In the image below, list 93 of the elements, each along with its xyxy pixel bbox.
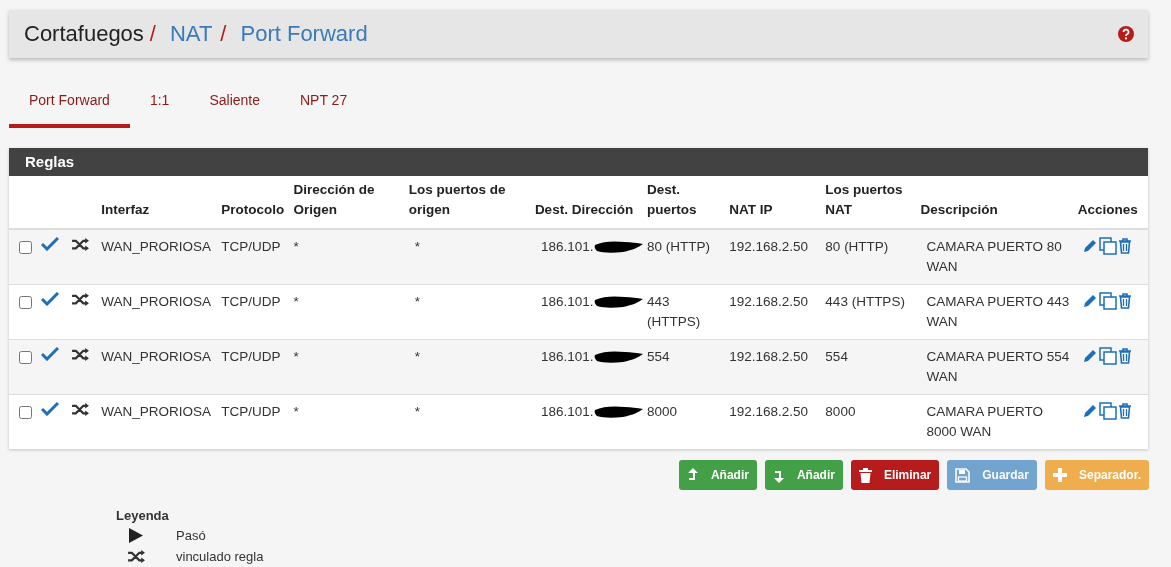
table-cell: * <box>414 349 420 364</box>
tab[interactable]: Saliente <box>189 90 280 128</box>
table-cell: 192.168.2.50 <box>729 349 809 364</box>
table-cell: TCP/UDP <box>221 349 281 364</box>
table-cell: TCP/UDP <box>221 404 281 419</box>
delete-icon[interactable] <box>1117 403 1132 419</box>
table-cell: 443 (HTTPS) <box>647 294 701 329</box>
table-cell-text: 186.101. <box>540 293 594 311</box>
edit-icon[interactable] <box>1081 238 1098 254</box>
column-header: Interfaz <box>101 202 150 217</box>
table-cell: WAN_PRORIOSA <box>101 349 211 364</box>
edit-icon[interactable] <box>1081 293 1098 309</box>
table-cell: WAN_PRORIOSA <box>101 294 211 309</box>
check-icon[interactable] <box>41 292 60 306</box>
breadcrumb-link[interactable]: NAT <box>170 21 213 47</box>
table-cell: * <box>293 404 299 419</box>
table-cell: * <box>293 294 299 309</box>
column-header: Acciones <box>1077 202 1138 217</box>
shuffle-icon <box>71 347 91 362</box>
table-cell: TCP/UDP <box>221 294 281 309</box>
copy-icon[interactable] <box>1098 292 1117 310</box>
row-checkbox[interactable] <box>19 351 32 364</box>
play-icon <box>129 528 143 543</box>
column-header: Protocolo <box>221 202 285 217</box>
tab[interactable]: 1:1 <box>129 90 190 128</box>
column-header: Los puertos de origen <box>408 182 506 217</box>
table-cell: * <box>293 349 299 364</box>
table-cell: 192.168.2.50 <box>729 239 809 254</box>
shuffle-icon <box>71 237 91 252</box>
plus-icon <box>1052 468 1067 482</box>
table-cell-text: 186.101. <box>540 348 594 366</box>
table-cell-text: 186.101. <box>540 238 594 256</box>
table-cell: CAMARA PUERTO 8000 WAN <box>926 404 1044 439</box>
breadcrumb-separator: / <box>220 21 227 47</box>
add-button[interactable]: Añadir <box>764 460 843 490</box>
column-header: Dest. Dirección <box>534 202 634 217</box>
table-cell: * <box>414 239 420 254</box>
delete-icon[interactable] <box>1117 348 1132 364</box>
column-header: Dest. puertos <box>647 182 697 217</box>
tab[interactable]: NPT 27 <box>280 90 368 128</box>
row-checkbox[interactable] <box>19 241 32 254</box>
table-cell-text: 186.101. <box>540 403 594 421</box>
delete-icon[interactable] <box>1117 238 1132 254</box>
table-cell: CAMARA PUERTO 80 WAN <box>926 239 1062 274</box>
check-icon[interactable] <box>41 402 60 416</box>
shuffle-icon <box>71 402 91 417</box>
table-cell: 80 (HTTP) <box>825 239 889 254</box>
table-cell: 8000 <box>647 404 678 419</box>
breadcrumb-separator: / <box>149 21 156 47</box>
legend-label: Pasó <box>176 528 206 543</box>
shuffle-icon <box>71 292 91 307</box>
trash-icon <box>858 467 872 483</box>
table-cell: CAMARA PUERTO 554 WAN <box>926 349 1070 384</box>
table-cell: * <box>414 294 420 309</box>
table-cell: 192.168.2.50 <box>729 294 809 309</box>
table-cell: 80 (HTTP) <box>647 239 711 254</box>
add-button[interactable]: Añadir <box>678 460 757 490</box>
row-checkbox[interactable] <box>19 406 32 419</box>
shuffle-icon <box>126 549 146 564</box>
tab[interactable]: Port Forward <box>9 90 130 128</box>
check-icon[interactable] <box>41 347 60 361</box>
table-cell: 192.168.2.50 <box>729 404 809 419</box>
table-cell: * <box>414 404 420 419</box>
column-header: Dirección de Origen <box>293 182 375 217</box>
table-cell: * <box>293 239 299 254</box>
copy-icon[interactable] <box>1098 347 1117 365</box>
help-icon[interactable] <box>1118 26 1134 42</box>
table-cell: 8000 <box>825 404 856 419</box>
row-checkbox[interactable] <box>19 296 32 309</box>
arrow-up-icon <box>686 467 699 483</box>
breadcrumb-link[interactable]: Port Forward <box>240 21 368 47</box>
table-cell: CAMARA PUERTO 443 WAN <box>926 294 1070 329</box>
edit-icon[interactable] <box>1081 348 1098 364</box>
delete-button[interactable]: Eliminar <box>850 460 940 490</box>
edit-icon[interactable] <box>1081 403 1098 419</box>
column-header: NAT IP <box>729 202 773 217</box>
table-cell: TCP/UDP <box>221 239 281 254</box>
table-cell: 554 <box>825 349 848 364</box>
delete-icon[interactable] <box>1117 293 1132 309</box>
check-icon[interactable] <box>41 237 60 251</box>
panel-title: Reglas <box>9 148 1148 176</box>
table-cell: WAN_PRORIOSA <box>101 404 211 419</box>
legend-label: vinculado regla <box>176 549 264 564</box>
copy-icon[interactable] <box>1098 237 1117 255</box>
table-cell: WAN_PRORIOSA <box>101 239 211 254</box>
table-cell: 554 <box>647 349 670 364</box>
copy-icon[interactable] <box>1098 402 1117 420</box>
breadcrumb-text: Cortafuegos <box>24 21 144 47</box>
legend-title: Leyenda <box>116 508 170 523</box>
separator-button[interactable]: Separador. <box>1044 460 1149 490</box>
column-header: Los puertos NAT <box>825 182 903 217</box>
column-header: Descripción <box>920 202 998 217</box>
table-cell: 443 (HTTPS) <box>825 294 905 309</box>
